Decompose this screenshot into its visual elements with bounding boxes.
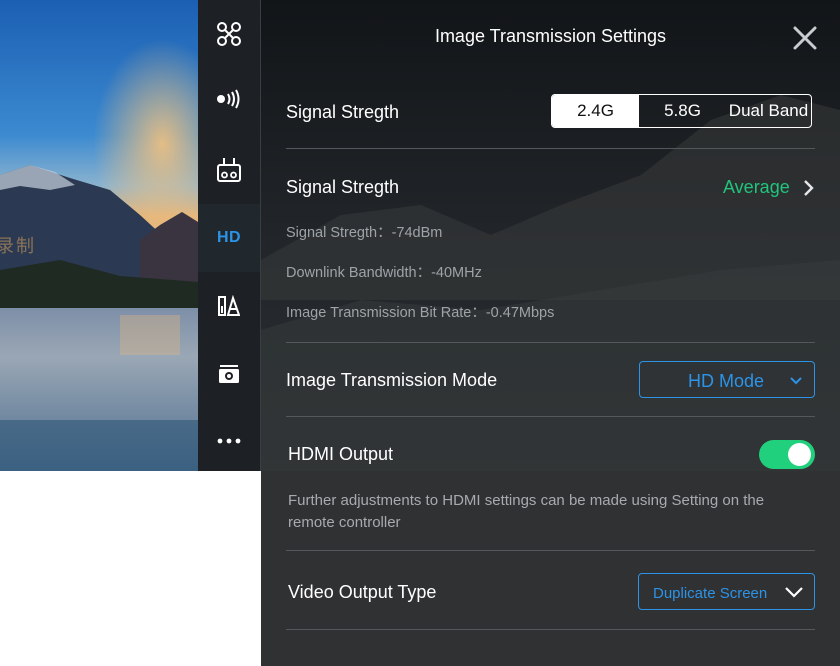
- divider: [286, 148, 815, 149]
- more-icon: [217, 438, 241, 444]
- transmission-mode-value: HD Mode: [688, 371, 765, 391]
- divider: [286, 550, 815, 551]
- signal-strength-info: Signal Stregth：-74dBm: [286, 225, 443, 241]
- hdmi-note: Further adjustments to HDMI settings can…: [288, 492, 765, 531]
- close-icon[interactable]: [791, 24, 819, 52]
- sidebar-item-signal[interactable]: [198, 65, 260, 133]
- band-option-5-8g[interactable]: 5.8G: [639, 95, 726, 127]
- sidebar-item-hd[interactable]: HD: [198, 204, 260, 272]
- divider: [286, 416, 815, 417]
- sidebar-item-camera[interactable]: [198, 340, 260, 408]
- camera-icon: [219, 365, 239, 383]
- downlink-bandwidth-info: Downlink Bandwidth：-40MHz: [286, 265, 482, 281]
- hd-icon: HD: [216, 229, 242, 246]
- video-output-label: Video Output Type: [288, 582, 437, 602]
- sidebar-item-remote-controller[interactable]: [198, 136, 260, 204]
- band-option-2-4g[interactable]: 2.4G: [552, 95, 639, 127]
- band-option-dual[interactable]: Dual Band: [726, 95, 811, 127]
- aircraft-icon: [217, 22, 241, 46]
- image-transmission-panel: Image Transmission Settings Signal Streg…: [261, 0, 840, 666]
- hdmi-output-label: HDMI Output: [288, 444, 394, 464]
- video-output-value: Duplicate Screen: [653, 585, 768, 602]
- video-output-dropdown[interactable]: Duplicate Screen: [638, 573, 815, 610]
- panel-title: Image Transmission Settings: [434, 26, 667, 46]
- chevron-right-icon[interactable]: [802, 178, 816, 198]
- divider: [286, 342, 815, 343]
- settings-sidebar: HD: [198, 0, 260, 471]
- toggle-knob: [788, 443, 811, 466]
- chevron-down-icon: [790, 377, 802, 385]
- sidebar-item-battery[interactable]: [198, 272, 260, 340]
- sidebar-item-more[interactable]: [198, 407, 260, 475]
- signal-quality-label: Signal Stregth: [286, 177, 400, 197]
- signal-quality-value[interactable]: Average: [723, 177, 790, 198]
- bit-rate-info: Image Transmission Bit Rate：-0.47Mbps: [286, 305, 555, 321]
- record-label: 录制: [0, 236, 36, 257]
- battery-icon: [218, 295, 240, 316]
- transmission-mode-label: Image Transmission Mode: [286, 370, 498, 390]
- frequency-band-selector: 2.4G 5.8G Dual Band: [551, 94, 812, 128]
- signal-icon: [217, 89, 240, 109]
- camera-preview[interactable]: 录制: [0, 0, 198, 471]
- remote-controller-icon: [217, 158, 241, 182]
- sidebar-item-aircraft[interactable]: [198, 0, 260, 68]
- hdmi-output-toggle[interactable]: [759, 440, 815, 469]
- divider: [286, 629, 815, 630]
- transmission-mode-dropdown[interactable]: HD Mode: [639, 361, 815, 398]
- frequency-label: Signal Stregth: [286, 102, 400, 122]
- chevron-down-icon: [785, 587, 803, 598]
